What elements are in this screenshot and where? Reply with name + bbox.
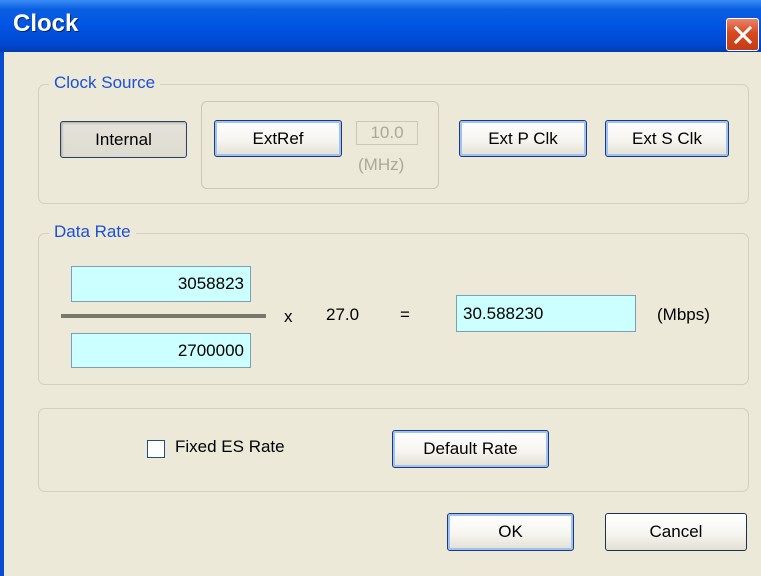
window-border: [0, 52, 4, 576]
fixed-es-rate-checkbox[interactable]: [147, 440, 165, 458]
equals-sign: =: [400, 305, 410, 324]
title-bar[interactable]: Clock: [0, 0, 761, 52]
mbps-unit-label: (Mbps): [657, 305, 710, 324]
default-rate-button[interactable]: Default Rate: [392, 430, 549, 468]
numerator-field[interactable]: 3058823: [71, 266, 251, 302]
multiplier-value: 27.0: [326, 305, 360, 324]
extref-button[interactable]: ExtRef: [214, 120, 342, 157]
close-x-icon: [733, 25, 752, 44]
internal-button[interactable]: Internal: [60, 121, 187, 158]
denominator-field[interactable]: 2700000: [71, 333, 251, 368]
multiply-sign: x: [284, 307, 293, 326]
close-button[interactable]: [726, 18, 759, 51]
ext-s-clk-button[interactable]: Ext S Clk: [605, 120, 729, 157]
data-rate-label: Data Rate: [49, 222, 136, 242]
fraction-divider: [61, 314, 266, 318]
window-title: Clock: [13, 10, 79, 37]
data-rate-result-field[interactable]: 30.588230: [456, 295, 636, 332]
fixed-es-rate-label[interactable]: Fixed ES Rate: [175, 437, 285, 457]
extref-frequency-field[interactable]: 10.0: [356, 121, 418, 145]
ok-button[interactable]: OK: [447, 513, 574, 551]
cancel-button[interactable]: Cancel: [605, 513, 747, 551]
ext-p-clk-button[interactable]: Ext P Clk: [459, 120, 587, 157]
clock-source-label: Clock Source: [49, 73, 161, 93]
clock-dialog: Clock Clock Source Internal ExtRef 10.0 …: [0, 0, 761, 576]
extref-unit-label: (MHz): [358, 155, 405, 174]
